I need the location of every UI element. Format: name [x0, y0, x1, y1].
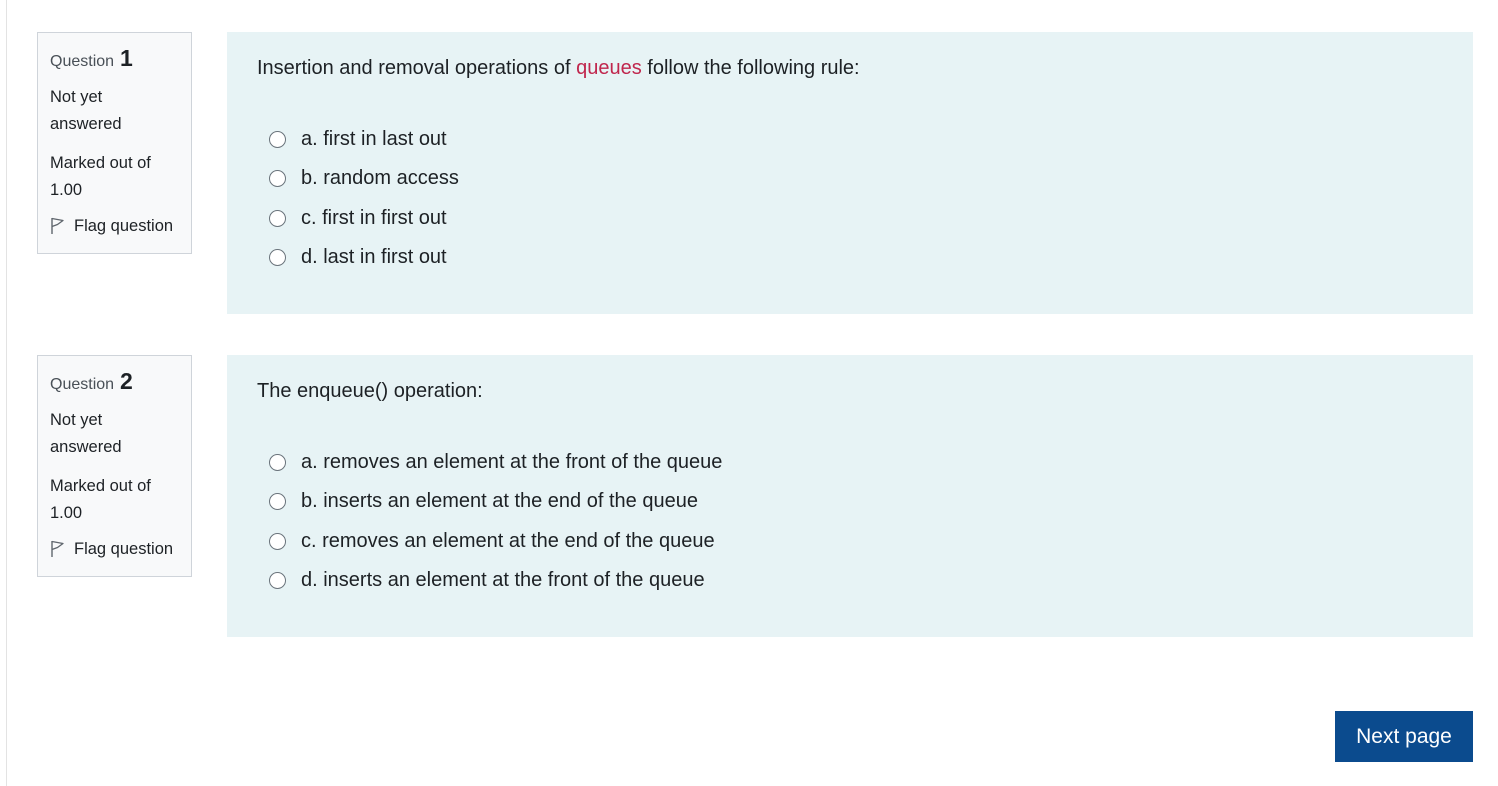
- radio-button[interactable]: [269, 249, 286, 267]
- question-1: Question 1 Not yet answered Marked out o…: [37, 32, 1473, 314]
- answer-label: d. last in first out: [301, 246, 447, 269]
- flag-question-link[interactable]: Flag question: [50, 538, 179, 560]
- answer-option-a[interactable]: a. removes an element at the front of th…: [269, 443, 1443, 482]
- answer-label: b. inserts an element at the end of the …: [301, 490, 698, 513]
- radio-button[interactable]: [269, 493, 286, 511]
- question-number-value: 1: [120, 45, 133, 71]
- answer-label: a. removes an element at the front of th…: [301, 451, 723, 474]
- answer-option-b[interactable]: b. random access: [269, 159, 1443, 198]
- question-state: Not yet answered: [50, 411, 122, 456]
- radio-button[interactable]: [269, 454, 286, 472]
- answer-label: a. first in last out: [301, 128, 447, 151]
- question-text-highlight: queues: [576, 57, 642, 79]
- answer-option-c[interactable]: c. first in first out: [269, 199, 1443, 238]
- question-number-value: 2: [120, 368, 133, 394]
- answer-option-c[interactable]: c. removes an element at the end of the …: [269, 522, 1443, 561]
- flag-icon: [51, 217, 64, 234]
- question-number: Question 2: [50, 368, 179, 396]
- question-number: Question 1: [50, 45, 179, 73]
- question-info-panel: Question 1 Not yet answered Marked out o…: [37, 32, 192, 254]
- radio-button[interactable]: [269, 572, 286, 590]
- answer-list: a. removes an element at the front of th…: [269, 443, 1443, 600]
- question-state: Not yet answered: [50, 88, 122, 133]
- radio-button[interactable]: [269, 131, 286, 149]
- answer-option-a[interactable]: a. first in last out: [269, 120, 1443, 159]
- question-text: The enqueue() operation:: [257, 380, 483, 402]
- question-2: Question 2 Not yet answered Marked out o…: [37, 355, 1473, 637]
- answer-label: b. random access: [301, 167, 459, 190]
- answer-label: c. first in first out: [301, 206, 447, 229]
- question-label: Question: [50, 53, 115, 70]
- radio-button[interactable]: [269, 209, 286, 227]
- page-left-border: [6, 0, 7, 786]
- next-page-button[interactable]: Next page: [1335, 711, 1473, 762]
- flag-question-label: Flag question: [74, 540, 174, 558]
- flag-icon: [51, 540, 64, 557]
- answer-option-d[interactable]: d. last in first out: [269, 238, 1443, 277]
- answer-label: d. inserts an element at the front of th…: [301, 569, 705, 592]
- question-content: Insertion and removal operations of queu…: [227, 32, 1473, 314]
- question-info-panel: Question 2 Not yet answered Marked out o…: [37, 355, 192, 577]
- radio-button[interactable]: [269, 532, 286, 550]
- question-text-start: Insertion and removal operations of: [257, 57, 577, 79]
- answer-label: c. removes an element at the end of the …: [301, 529, 715, 552]
- flag-question-link[interactable]: Flag question: [50, 215, 179, 237]
- question-grade: Marked out of 1.00: [50, 477, 151, 522]
- question-grade: Marked out of 1.00: [50, 154, 151, 199]
- answer-option-d[interactable]: d. inserts an element at the front of th…: [269, 561, 1443, 600]
- radio-button[interactable]: [269, 170, 286, 188]
- answer-option-b[interactable]: b. inserts an element at the end of the …: [269, 482, 1443, 521]
- question-label: Question: [50, 376, 115, 393]
- question-text: Insertion and removal operations of queu…: [257, 54, 1443, 82]
- flag-question-label: Flag question: [74, 217, 174, 235]
- question-content: The enqueue() operation: a. removes an e…: [227, 355, 1473, 637]
- question-text-end: follow the following rule:: [641, 57, 860, 79]
- answer-list: a. first in last out b. random access c.…: [269, 120, 1443, 277]
